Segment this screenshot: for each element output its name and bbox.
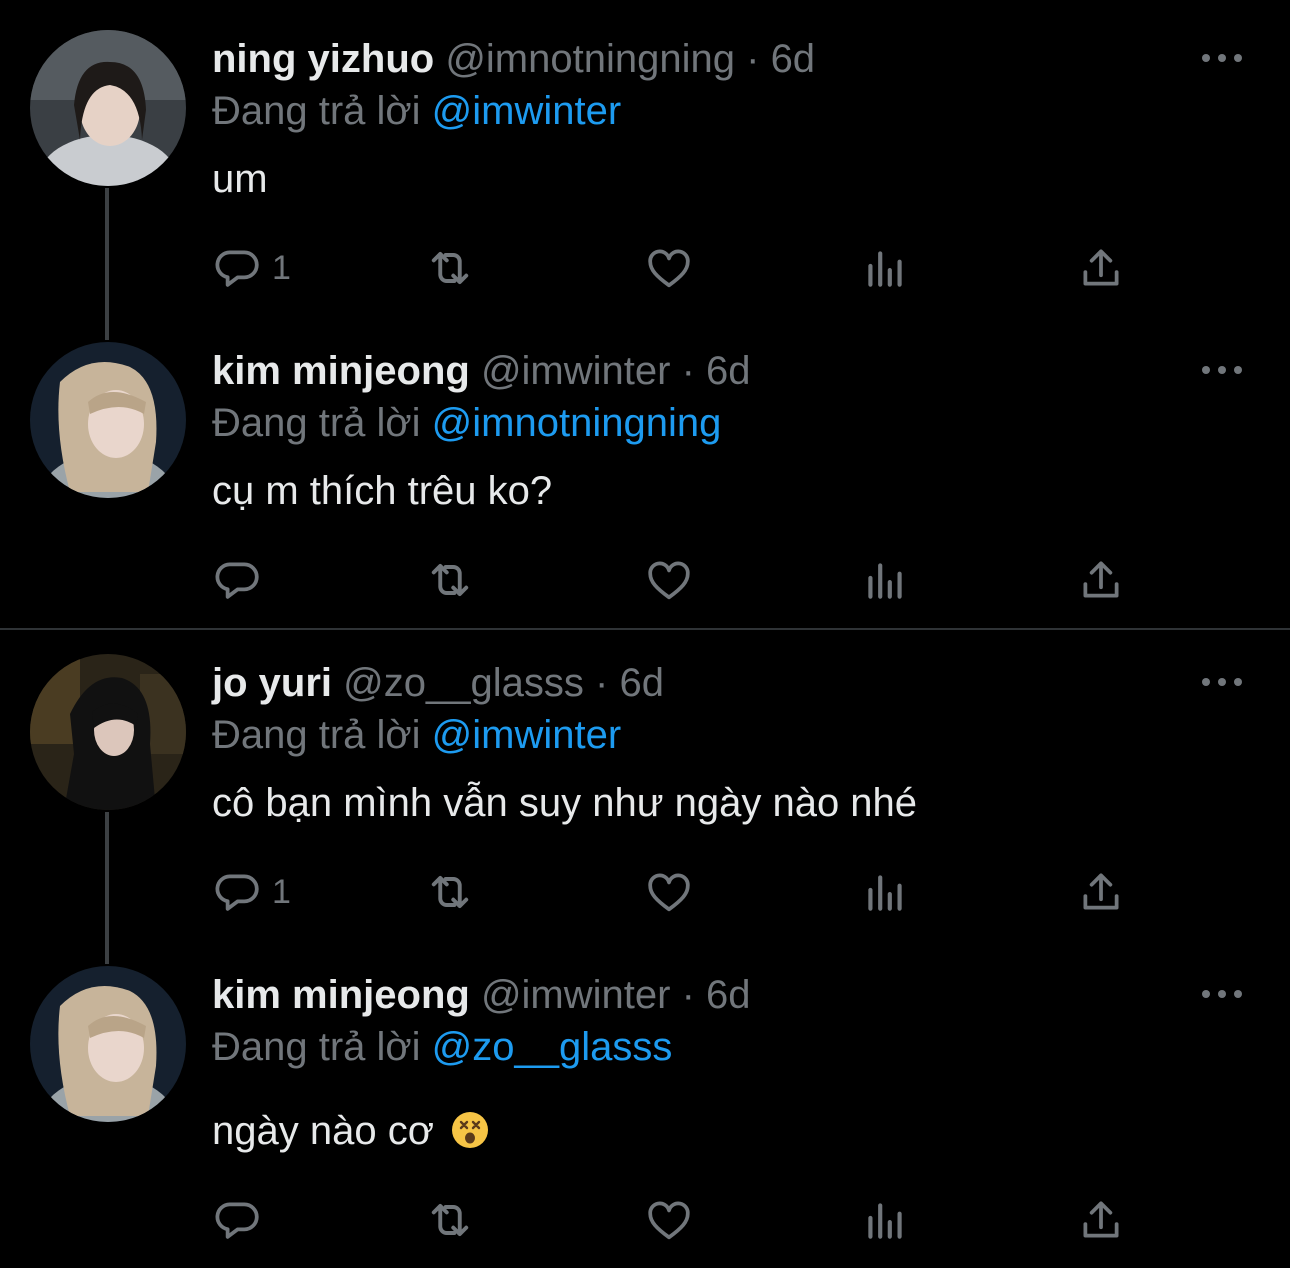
tweet[interactable]: ning yizhuo @imnotningning · 6d Đang trả… — [0, 0, 1290, 340]
views-icon — [860, 867, 910, 917]
reply-count: 1 — [272, 872, 291, 911]
replying-to: Đang trả lời @imnotningning — [212, 398, 721, 448]
action-bar: 1 — [212, 238, 1152, 298]
timestamp[interactable]: 6d — [706, 349, 751, 393]
tweet-header: jo yuri @zo__glasss · 6d — [212, 658, 664, 708]
retweet-icon — [424, 554, 476, 606]
tweet[interactable]: kim minjeong @imwinter · 6d Đang trả lời… — [0, 312, 1290, 624]
replying-to: Đang trả lời @imwinter — [212, 86, 621, 136]
dizzy-face-emoji-icon — [451, 1109, 489, 1148]
share-icon — [1076, 867, 1126, 917]
retweet-icon — [424, 242, 476, 294]
more-options-icon[interactable] — [1196, 44, 1248, 72]
heart-icon — [644, 243, 694, 293]
like-button[interactable] — [644, 1190, 694, 1250]
share-button[interactable] — [1076, 862, 1126, 922]
replying-to-label: Đang trả lời — [212, 1025, 421, 1069]
retweet-button[interactable] — [424, 1190, 476, 1250]
tweet-header: kim minjeong @imwinter · 6d — [212, 970, 751, 1020]
avatar[interactable] — [30, 654, 186, 810]
action-bar — [212, 1190, 1152, 1250]
views-icon — [860, 555, 910, 605]
like-button[interactable] — [644, 550, 694, 610]
display-name[interactable]: ning yizhuo — [212, 37, 434, 81]
reply-button[interactable]: 1 — [212, 238, 291, 298]
share-button[interactable] — [1076, 238, 1126, 298]
more-options-icon[interactable] — [1196, 356, 1248, 384]
reply-button[interactable] — [212, 1190, 262, 1250]
separator-dot: · — [746, 37, 760, 81]
display-name[interactable]: kim minjeong — [212, 973, 470, 1017]
views-button[interactable] — [860, 238, 910, 298]
display-name[interactable]: jo yuri — [212, 661, 332, 705]
user-handle[interactable]: @imnotningning — [445, 37, 735, 81]
reply-icon — [212, 867, 262, 917]
timestamp[interactable]: 6d — [706, 973, 751, 1017]
reply-count: 1 — [272, 248, 291, 287]
share-button[interactable] — [1076, 550, 1126, 610]
tweet-header: ning yizhuo @imnotningning · 6d — [212, 34, 815, 84]
action-bar — [212, 550, 1152, 610]
avatar[interactable] — [30, 30, 186, 186]
share-button[interactable] — [1076, 1190, 1126, 1250]
heart-icon — [644, 1195, 694, 1245]
tweet-text-container: ngày nào cơ — [212, 1104, 489, 1158]
tweet[interactable]: kim minjeong @imwinter · 6d Đang trả lời… — [0, 936, 1290, 1248]
reply-icon — [212, 1195, 262, 1245]
reply-button[interactable] — [212, 550, 262, 610]
mention-link[interactable]: @imnotningning — [432, 401, 722, 445]
separator-dot: · — [681, 973, 695, 1017]
replying-to-label: Đang trả lời — [212, 89, 421, 133]
retweet-icon — [424, 1194, 476, 1246]
tweet-text: cụ m thích trêu ko? — [212, 469, 553, 513]
views-icon — [860, 243, 910, 293]
user-handle[interactable]: @imwinter — [481, 973, 671, 1017]
tweet-text: um — [212, 157, 268, 201]
timestamp[interactable]: 6d — [619, 661, 664, 705]
reply-icon — [212, 555, 262, 605]
separator-dot: · — [681, 349, 695, 393]
views-button[interactable] — [860, 550, 910, 610]
views-button[interactable] — [860, 1190, 910, 1250]
action-bar: 1 — [212, 862, 1152, 922]
timestamp[interactable]: 6d — [771, 37, 816, 81]
more-options-icon[interactable] — [1196, 980, 1248, 1008]
share-icon — [1076, 1195, 1126, 1245]
replying-to-label: Đang trả lời — [212, 401, 421, 445]
heart-icon — [644, 555, 694, 605]
share-icon — [1076, 555, 1126, 605]
separator-dot: · — [595, 661, 609, 705]
views-button[interactable] — [860, 862, 910, 922]
tweet-text: cô bạn mình vẫn suy như ngày nào nhé — [212, 781, 918, 825]
avatar[interactable] — [30, 342, 186, 498]
user-handle[interactable]: @zo__glasss — [343, 661, 584, 705]
tweet[interactable]: jo yuri @zo__glasss · 6d Đang trả lời @i… — [0, 624, 1290, 964]
mention-link[interactable]: @zo__glasss — [432, 1025, 673, 1069]
share-icon — [1076, 243, 1126, 293]
retweet-button[interactable] — [424, 862, 476, 922]
tweet-text: ngày nào cơ — [212, 1109, 434, 1153]
retweet-icon — [424, 866, 476, 918]
retweet-button[interactable] — [424, 238, 476, 298]
views-icon — [860, 1195, 910, 1245]
display-name[interactable]: kim minjeong — [212, 349, 470, 393]
replying-to: Đang trả lời @imwinter — [212, 710, 621, 760]
avatar[interactable] — [30, 966, 186, 1122]
more-options-icon[interactable] — [1196, 668, 1248, 696]
replying-to: Đang trả lời @zo__glasss — [212, 1022, 672, 1072]
reply-button[interactable]: 1 — [212, 862, 291, 922]
mention-link[interactable]: @imwinter — [432, 713, 622, 757]
replying-to-label: Đang trả lời — [212, 713, 421, 757]
tweet-header: kim minjeong @imwinter · 6d — [212, 346, 751, 396]
like-button[interactable] — [644, 862, 694, 922]
reply-icon — [212, 243, 262, 293]
heart-icon — [644, 867, 694, 917]
mention-link[interactable]: @imwinter — [432, 89, 622, 133]
retweet-button[interactable] — [424, 550, 476, 610]
user-handle[interactable]: @imwinter — [481, 349, 671, 393]
like-button[interactable] — [644, 238, 694, 298]
